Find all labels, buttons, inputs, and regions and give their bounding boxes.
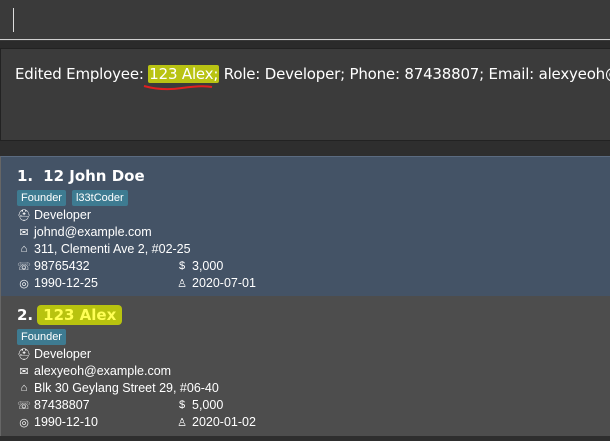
envelope-icon: ✉ xyxy=(19,226,29,239)
hardhat-icon: ⛑ xyxy=(17,209,31,222)
result-rest: Role: Developer; Phone: 87438807; Email:… xyxy=(219,65,610,83)
separator xyxy=(0,41,610,48)
result-prefix: Edited Employee: xyxy=(15,65,149,83)
tag: l33tCoder xyxy=(71,190,128,206)
text-caret xyxy=(13,8,14,32)
dates-row: ◎ 1990-12-25 ♙ 2020-07-01 xyxy=(17,276,317,290)
tag: Founder xyxy=(17,190,66,206)
employee-card[interactable]: 2. 123 Alex Founder ⛑ Developer ✉ alexyeo… xyxy=(0,296,610,436)
phone-icon: ☏ xyxy=(17,399,31,412)
role-row: ⛑ Developer xyxy=(17,347,91,361)
person-icon: ♙ xyxy=(177,277,187,290)
tag-list: Founder l33tCoder xyxy=(17,190,128,206)
dollar-icon: $ xyxy=(178,260,186,272)
address-row: ⌂ Blk 30 Geylang Street 29, #06-40 xyxy=(17,381,219,395)
phone-icon: ☏ xyxy=(17,260,31,273)
phone-salary-row: ☏ 87438807 $ 5,000 xyxy=(17,398,224,412)
result-message: Edited Employee: 123 Alex; Role: Develop… xyxy=(15,65,610,83)
person-icon: ♙ xyxy=(177,416,187,429)
email-row: ✉ alexyeoh@example.com xyxy=(17,364,171,378)
tag: Founder xyxy=(17,329,66,345)
list-bottom-gap xyxy=(0,436,610,441)
employee-card[interactable]: 1. 12 John Doe Founder l33tCoder ⛑ Develo… xyxy=(0,156,610,296)
cake-icon: ◎ xyxy=(19,416,29,429)
cake-icon: ◎ xyxy=(19,277,29,290)
result-display: Edited Employee: 123 Alex; Role: Develop… xyxy=(0,48,610,141)
employee-name: 2. 123 Alex xyxy=(17,305,123,325)
email-row: ✉ johnd@example.com xyxy=(17,225,151,239)
address-row: ⌂ 311, Clementi Ave 2, #02-25 xyxy=(17,242,191,256)
home-icon: ⌂ xyxy=(20,243,28,255)
employee-name: 1. 12 John Doe xyxy=(17,167,145,185)
list-top-gap xyxy=(0,141,610,156)
command-box[interactable] xyxy=(0,0,610,40)
phone-salary-row: ☏ 98765432 $ 3,000 xyxy=(17,259,224,273)
role-row: ⛑ Developer xyxy=(17,208,91,222)
home-icon: ⌂ xyxy=(20,382,28,394)
hardhat-icon: ⛑ xyxy=(17,348,31,361)
envelope-icon: ✉ xyxy=(19,365,29,378)
dollar-icon: $ xyxy=(178,399,186,411)
dates-row: ◎ 1990-12-10 ♙ 2020-01-02 xyxy=(17,415,317,429)
red-underline-annotation xyxy=(143,85,213,91)
result-highlight: 123 Alex; xyxy=(148,65,220,83)
tag-list: Founder xyxy=(17,329,66,345)
